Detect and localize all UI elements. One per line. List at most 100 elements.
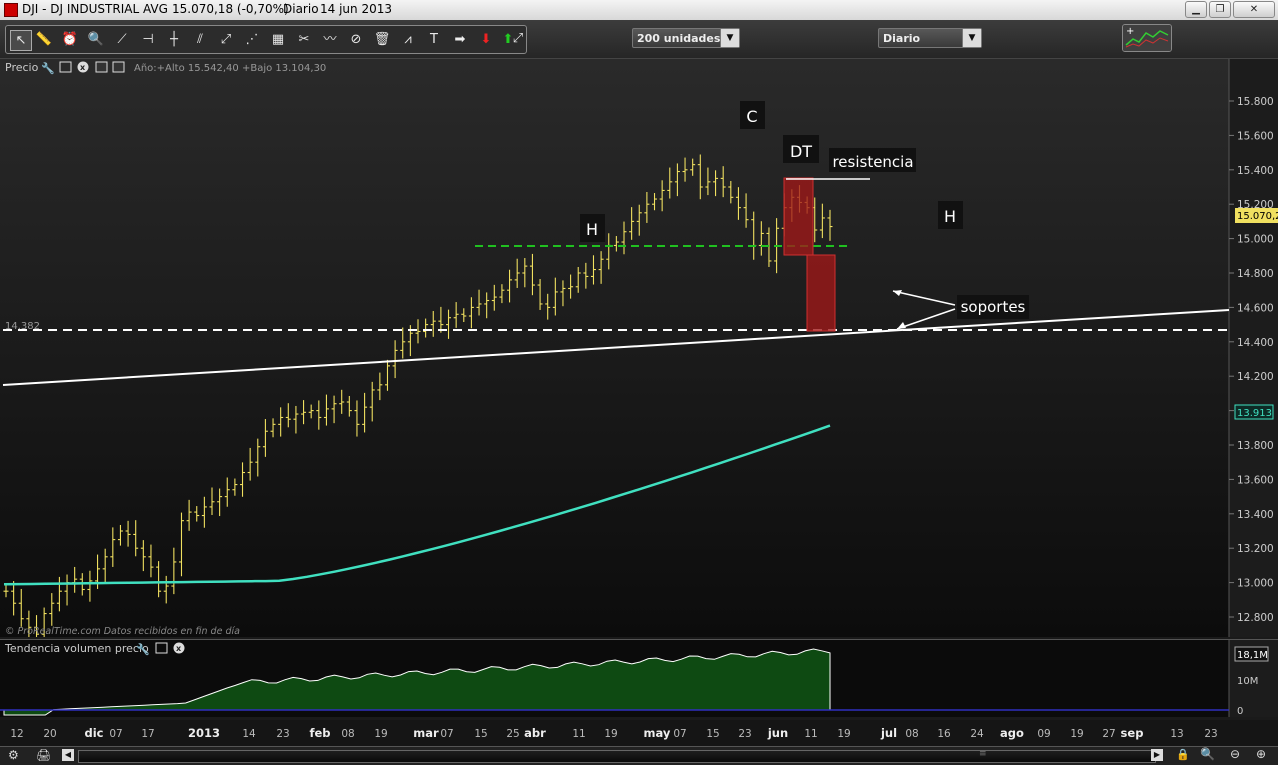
tools-group: ↖ 📏 ⏰ 🔍 ⟋ ⊣ ┼ ⫽ ⤢ ⋰ ▦ ✂ 〰 ⊘ 🗑 ⩘ T ➡ ⬇ ⬆ xyxy=(5,25,527,54)
svg-text:x: x xyxy=(80,63,86,72)
y-tick-label: 14.600 xyxy=(1237,302,1274,314)
arrow-down-icon[interactable]: ⬇ xyxy=(476,30,496,49)
x-tick-label: jun xyxy=(767,726,788,740)
x-axis-labels: 12 20 dic 07 17 2013 14 23 feb 08 19 mar 07 15 25 abr 11… xyxy=(10,726,1217,740)
pattern-icon[interactable]: 〰 xyxy=(320,30,340,49)
price-panel[interactable]: 15.800 15.600 15.400 15.200 15.000 14.800 14.6… xyxy=(0,59,1278,645)
x-tick-label: 16 xyxy=(937,728,951,740)
x-tick-label: 25 xyxy=(506,728,519,740)
zoom-out-icon[interactable]: ⊖ xyxy=(1230,747,1240,761)
app-icon xyxy=(4,3,18,17)
chevron-down-icon: ▼ xyxy=(962,29,981,47)
channel-icon[interactable]: ⫽ xyxy=(190,30,210,49)
y-tick-label: 15.400 xyxy=(1237,165,1274,177)
x-tick-label: 27 xyxy=(1102,728,1115,740)
text-tool-icon[interactable]: T xyxy=(424,30,444,49)
x-tick-label: 24 xyxy=(970,728,984,740)
ruler-icon[interactable]: 📏 xyxy=(34,30,54,49)
pointer-icon[interactable]: ↖ xyxy=(10,30,32,51)
trash-icon[interactable]: 🗑 xyxy=(372,30,392,49)
x-tick-label: may xyxy=(644,726,671,740)
label-h-right: H xyxy=(944,207,956,226)
zoom-in-icon[interactable]: ⊕ xyxy=(1256,747,1266,761)
volume-panel-title: Tendencia volumen precio xyxy=(4,642,149,655)
svg-text:🔧: 🔧 xyxy=(136,642,150,656)
panel-wrench-icon[interactable]: 🔧 xyxy=(41,61,55,75)
x-tick-label: 19 xyxy=(374,728,387,740)
x-axis: 12 20 dic 07 17 2013 14 23 feb 08 19 mar 07 15 25 abr 11… xyxy=(0,720,1278,746)
x-tick-label: 2013 xyxy=(188,726,220,740)
drawing-toolbar: ↖ 📏 ⏰ 🔍 ⟋ ⊣ ┼ ⫽ ⤢ ⋰ ▦ ✂ 〰 ⊘ 🗑 ⩘ T ➡ ⬇ ⬆ … xyxy=(0,20,1278,59)
x-tick-label: sep xyxy=(1121,726,1144,740)
horizontal-scrollbar[interactable]: ≡ xyxy=(78,749,1156,763)
period-title: Diario xyxy=(283,2,319,16)
y-tick-label: 13.600 xyxy=(1237,474,1274,486)
support-level-label: 14.382 xyxy=(5,321,40,332)
y-tick-label: 13.000 xyxy=(1237,578,1274,590)
eraser-icon[interactable]: ⊘ xyxy=(346,30,366,49)
quote-title: 15.070,18 (-0,70%) xyxy=(172,2,289,16)
scroll-right-icon[interactable]: ▶ xyxy=(1151,749,1163,761)
line-tool-icon[interactable]: ⟋ xyxy=(112,30,132,49)
x-tick-label: jul xyxy=(880,726,897,740)
scrollbar-thumb[interactable] xyxy=(79,751,1155,762)
fibonacci-icon[interactable]: ⤢ xyxy=(216,30,236,49)
volume-tick-0: 0 xyxy=(1237,706,1243,717)
label-h-left: H xyxy=(586,220,598,239)
maximize-button[interactable]: ❐ xyxy=(1209,1,1231,18)
symbol-title: DJI - DJ INDUSTRIAL AVG xyxy=(22,2,168,16)
ma-label: 13.913 xyxy=(1237,408,1272,419)
volume-last-value: 18,1M xyxy=(1237,650,1268,661)
panel-up-icon[interactable] xyxy=(95,61,108,73)
x-tick-label: feb xyxy=(309,726,330,740)
label-resistencia: resistencia xyxy=(832,153,913,171)
alarm-icon[interactable]: ⏰ xyxy=(60,30,80,49)
timeframe-select[interactable]: Diario ▼ xyxy=(878,28,982,48)
label-c: C xyxy=(746,107,757,126)
resistance-zone-box[interactable] xyxy=(783,177,814,256)
x-tick-label: 07 xyxy=(440,728,453,740)
y-tick-label: 15.600 xyxy=(1237,130,1274,142)
price-panel-title: Precio xyxy=(5,61,39,74)
scroll-left-icon[interactable]: ◀ xyxy=(62,749,74,761)
panel-down-icon[interactable] xyxy=(112,61,125,73)
x-tick-label: 08 xyxy=(341,728,354,740)
x-tick-label: 12 xyxy=(10,728,23,740)
fan-icon[interactable]: ⋰ xyxy=(242,30,262,49)
close-button[interactable]: ✕ xyxy=(1233,1,1275,18)
y-tick-label: 13.800 xyxy=(1237,440,1274,452)
y-tick-label: 13.200 xyxy=(1237,543,1274,555)
status-bar: ⚙ 🖨 ◀ ≡ ▶ 🔒 🔍 ⊖ ⊕ xyxy=(0,746,1278,765)
svg-text:🔧: 🔧 xyxy=(41,61,55,75)
diagonal-arrow-icon[interactable]: ⤢ xyxy=(508,29,528,48)
grid-icon[interactable]: ▦ xyxy=(268,30,288,49)
gap-zone-box[interactable] xyxy=(806,254,836,332)
tools-icon[interactable]: ✂ xyxy=(294,30,314,49)
vertical-line-icon[interactable]: ┼ xyxy=(164,30,184,49)
x-tick-label: 08 xyxy=(905,728,918,740)
x-tick-label: 23 xyxy=(1204,728,1217,740)
y-tick-label: 14.400 xyxy=(1237,337,1274,349)
lock-icon[interactable]: 🔒 xyxy=(1176,748,1190,761)
zoom-icon[interactable]: 🔍 xyxy=(86,30,106,49)
add-indicator-button[interactable]: + xyxy=(1122,24,1172,52)
x-tick-label: mar xyxy=(413,726,439,740)
year-info: Año:+Alto 15.542,40 +Bajo 13.104,30 xyxy=(134,63,326,74)
settings-icon[interactable]: ⚙ xyxy=(8,748,19,762)
volume-wrench-icon[interactable]: 🔧 xyxy=(136,642,150,656)
price-chart[interactable]: 15.80015.60015.40015.20015.00014.80014.6… xyxy=(0,59,1278,645)
y-tick-label: 15.000 xyxy=(1237,234,1274,246)
horizontal-line-icon[interactable]: ⊣ xyxy=(138,30,158,49)
volume-panel[interactable]: Tendencia volumen precio 🔧 x 18,1M 10M 0 xyxy=(0,639,1278,717)
units-select[interactable]: 200 unidades ▼ xyxy=(632,28,740,48)
zoom-search-icon[interactable]: 🔍 xyxy=(1200,747,1215,761)
arrow-right-icon[interactable]: ➡ xyxy=(450,30,470,49)
timeframe-select-value: Diario xyxy=(883,32,921,45)
indicator-chart-icon: + xyxy=(1123,25,1171,51)
y-tick-label: 13.400 xyxy=(1237,509,1274,521)
volume-chart[interactable]: Tendencia volumen precio 🔧 x 18,1M 10M 0 xyxy=(0,639,1278,717)
wave-icon[interactable]: ⩘ xyxy=(398,30,418,49)
x-tick-label: 19 xyxy=(1070,728,1083,740)
print-icon[interactable]: 🖨 xyxy=(36,748,51,762)
minimize-button[interactable]: ▁ xyxy=(1185,1,1207,18)
